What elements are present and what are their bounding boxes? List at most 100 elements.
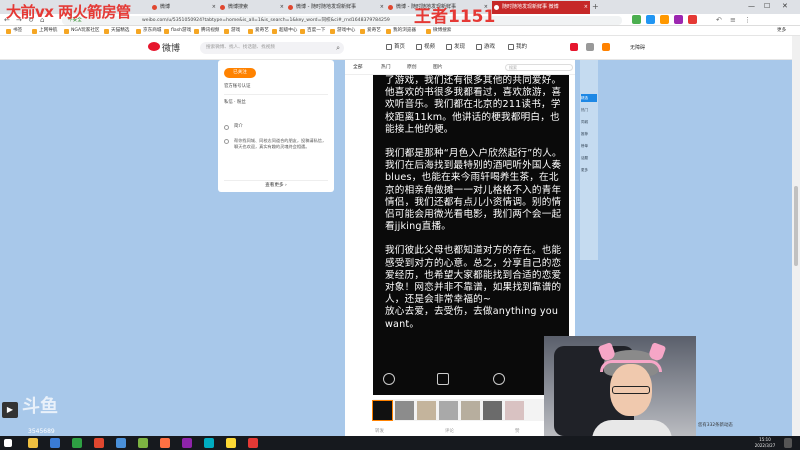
camera-icon[interactable]: [437, 373, 449, 385]
scrollbar-thumb[interactable]: [794, 186, 798, 266]
bookmark-more[interactable]: 更多: [770, 26, 786, 36]
bookmark-item[interactable]: 京东商城: [136, 26, 161, 36]
thumbnail[interactable]: [483, 401, 502, 420]
comment-button[interactable]: 评论: [445, 428, 454, 434]
bookmark-item[interactable]: 爱奇艺: [248, 26, 269, 36]
weibo-logo[interactable]: 微博: [148, 41, 180, 54]
nav-game[interactable]: 游戏: [476, 41, 495, 53]
app-icon[interactable]: [248, 438, 258, 448]
back-arrow-icon[interactable]: ↶: [716, 14, 722, 26]
nav-video[interactable]: 视频: [416, 41, 435, 53]
file-explorer-icon[interactable]: [28, 438, 38, 448]
weibo-search-input[interactable]: 搜索微博、找人、找话题、找视频 ⌕: [200, 42, 344, 54]
bookmark-item[interactable]: 天猫精选: [104, 26, 129, 36]
bookmark-item[interactable]: flash游戏: [164, 26, 191, 36]
thumbnail[interactable]: [505, 401, 524, 420]
nav-discover[interactable]: 发现: [446, 41, 465, 53]
side-item[interactable]: 榜单: [581, 142, 597, 150]
app-icon[interactable]: [226, 438, 236, 448]
bookmark-item[interactable]: 我的浏览器: [386, 26, 416, 36]
bookmark-item[interactable]: 微博搜索: [426, 26, 451, 36]
side-item[interactable]: 更多: [581, 166, 597, 174]
side-item[interactable]: 话题: [581, 154, 597, 162]
close-icon[interactable]: ×: [212, 1, 216, 14]
accessibility-link[interactable]: 无障碍: [630, 44, 645, 51]
extension-icon[interactable]: [632, 15, 641, 24]
app-icon[interactable]: [50, 438, 60, 448]
minimize-icon[interactable]: —: [748, 0, 755, 13]
thumbnail[interactable]: [461, 401, 480, 420]
tab-original[interactable]: 原创: [407, 64, 417, 71]
browser-icon[interactable]: [116, 438, 126, 448]
search-icon[interactable]: ⌕: [336, 42, 340, 54]
view-more-link[interactable]: 查看更多 ›: [218, 182, 334, 190]
page-scrollbar[interactable]: [792, 36, 800, 436]
bookmark-item[interactable]: NGA玩家社区: [64, 26, 100, 36]
bookmark-item[interactable]: 爱奇艺: [360, 26, 381, 36]
tab-all[interactable]: 全部: [353, 64, 363, 71]
new-updates-notice[interactable]: 您有332条新动态: [698, 422, 733, 428]
close-icon[interactable]: ×: [280, 1, 284, 14]
close-icon[interactable]: ×: [584, 1, 588, 14]
phone-toolbar: [373, 365, 569, 395]
compass-icon[interactable]: [493, 373, 505, 385]
follow-button[interactable]: 已关注: [224, 68, 256, 78]
close-window-icon[interactable]: ✕: [782, 0, 788, 13]
side-item[interactable]: 精选: [581, 94, 597, 102]
bookmark-item[interactable]: 书签: [6, 26, 22, 36]
feed-search-input[interactable]: 搜索: [505, 64, 573, 71]
post-icon[interactable]: [602, 43, 610, 51]
play-icon[interactable]: ▶: [2, 402, 18, 418]
close-icon[interactable]: ×: [380, 1, 384, 14]
clock[interactable]: 15:10 2022/3/27: [752, 437, 778, 449]
extension-icon[interactable]: [646, 15, 655, 24]
bookmark-item[interactable]: 百度一下: [300, 26, 325, 36]
browser-tab[interactable]: 微博 ×: [150, 1, 218, 14]
thumbnail[interactable]: [395, 401, 414, 420]
side-item[interactable]: 同城: [581, 118, 597, 126]
app-icon[interactable]: [138, 438, 148, 448]
message-icon[interactable]: [570, 43, 578, 51]
bookmark-item[interactable]: 游戏中心: [330, 26, 355, 36]
bookmark-item[interactable]: 游戏: [224, 26, 240, 36]
app-icon[interactable]: [182, 438, 192, 448]
extension-icon[interactable]: [660, 15, 669, 24]
browser-tab[interactable]: 微博 - 随时随地发现新鲜事 ×: [286, 1, 386, 14]
thumbnail[interactable]: [372, 400, 393, 421]
thumbnail[interactable]: [439, 401, 458, 420]
settings-icon[interactable]: [586, 43, 594, 51]
new-tab-plus-icon[interactable]: +: [592, 1, 599, 13]
side-item[interactable]: 热门: [581, 106, 597, 114]
app-icon[interactable]: [94, 438, 104, 448]
tab-image[interactable]: 图片: [433, 64, 443, 71]
check-icon[interactable]: [383, 373, 395, 385]
url-field[interactable]: 不安全 weibo.com/u/5351050924?tabtype=home&…: [62, 16, 622, 25]
maximize-icon[interactable]: ☐: [764, 0, 770, 13]
stream-overlay-text-right: 王者1151: [414, 7, 496, 27]
tab-hot[interactable]: 热门: [381, 64, 391, 71]
app-icon[interactable]: [72, 438, 82, 448]
info-icon: [224, 125, 229, 130]
nav-home[interactable]: 首页: [386, 41, 405, 53]
profile-card: 已关注 官方账号认证 私信 · 粉丝 简介 帮你找同城、同校志同道合的朋友，投稿…: [218, 60, 334, 192]
browser-tab-active[interactable]: 随时随地发现新鲜事 微博 ×: [492, 1, 590, 14]
browser-tab[interactable]: 微博搜索 ×: [218, 1, 286, 14]
thumbnail[interactable]: [417, 401, 436, 420]
notification-icon[interactable]: [784, 438, 792, 448]
more-icon[interactable]: ⋮: [744, 14, 751, 26]
clock-time: 15:10: [759, 437, 771, 442]
bookmark-item[interactable]: 腾讯视频: [194, 26, 219, 36]
app-icon[interactable]: [204, 438, 214, 448]
app-icon[interactable]: [160, 438, 170, 448]
side-item[interactable]: 推荐: [581, 130, 597, 138]
extension-icon[interactable]: [688, 15, 697, 24]
nav-profile[interactable]: 我的: [508, 41, 527, 53]
bookmark-item[interactable]: 超级中心: [272, 26, 297, 36]
like-button[interactable]: 赞: [515, 428, 520, 434]
bookmark-item[interactable]: 上网导航: [32, 26, 57, 36]
menu-icon[interactable]: ≡: [730, 14, 736, 26]
repost-button[interactable]: 转发: [375, 428, 384, 434]
start-icon[interactable]: [4, 439, 12, 447]
extension-icon[interactable]: [674, 15, 683, 24]
nav-label: 游戏: [484, 44, 496, 50]
